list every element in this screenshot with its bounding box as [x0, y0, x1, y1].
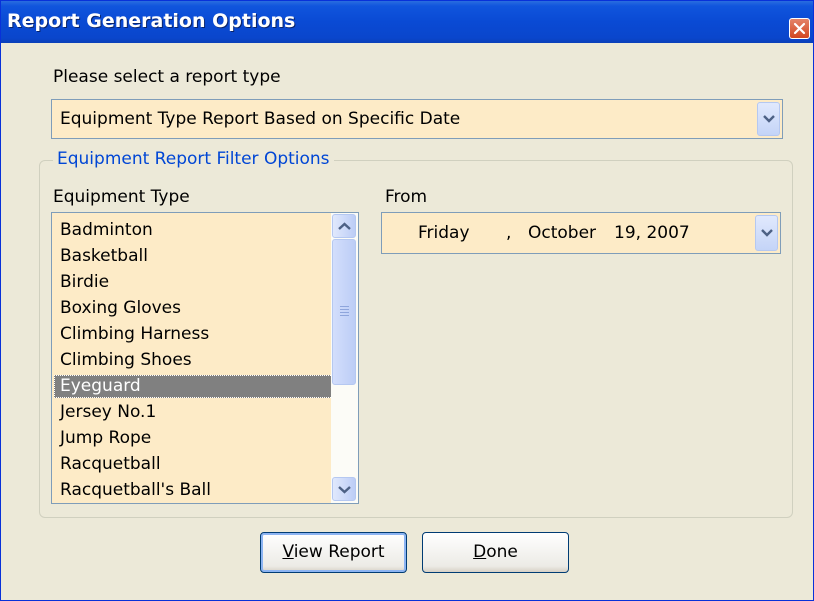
date-dropdown-button[interactable]: [755, 215, 778, 251]
list-item[interactable]: Climbing Shoes: [54, 349, 333, 372]
date-separator: ,: [506, 223, 512, 243]
scroll-up-button[interactable]: [332, 214, 356, 238]
list-item[interactable]: Racquetball's Ball: [54, 479, 333, 502]
chevron-up-icon: [338, 222, 351, 230]
report-type-value: Equipment Type Report Based on Specific …: [60, 109, 461, 129]
done-mnemonic: D: [473, 542, 487, 562]
close-icon: [793, 22, 806, 35]
report-type-dropdown-button[interactable]: [757, 102, 780, 136]
chevron-down-icon: [338, 486, 351, 494]
view-report-mnemonic: V: [282, 542, 294, 562]
chevron-down-icon: [761, 229, 773, 237]
list-item[interactable]: Birdie: [54, 271, 333, 294]
equipment-type-list[interactable]: Badminton Basketball Birdie Boxing Glove…: [51, 212, 359, 504]
list-item[interactable]: Badminton: [54, 219, 333, 242]
list-item[interactable]: Basketball: [54, 245, 333, 268]
done-label: one: [486, 542, 518, 562]
from-date-picker[interactable]: Friday , October 19, 2007: [381, 212, 781, 254]
list-item[interactable]: Jersey No.1: [54, 401, 333, 424]
view-report-label: iew Report: [293, 542, 385, 562]
report-type-label: Please select a report type: [53, 67, 281, 87]
date-month[interactable]: October: [528, 223, 596, 243]
close-button[interactable]: [789, 18, 810, 39]
date-weekday[interactable]: Friday: [418, 223, 470, 243]
scroll-thumb[interactable]: [332, 239, 356, 385]
window-title: Report Generation Options: [7, 10, 296, 32]
scroll-down-button[interactable]: [332, 477, 356, 501]
from-label: From: [385, 187, 428, 207]
list-item[interactable]: Racquetball: [54, 453, 333, 476]
report-options-dialog: Report Generation Options Please select …: [0, 0, 814, 601]
equipment-type-label: Equipment Type: [53, 187, 190, 207]
done-button[interactable]: Done: [422, 532, 569, 573]
view-report-button[interactable]: View Report: [260, 532, 407, 573]
report-type-select[interactable]: Equipment Type Report Based on Specific …: [51, 99, 783, 139]
list-item[interactable]: Boxing Gloves: [54, 297, 333, 320]
list-item-selected[interactable]: Eyeguard: [54, 375, 333, 398]
date-day-year[interactable]: 19, 2007: [614, 223, 690, 243]
chevron-down-icon: [763, 115, 775, 123]
title-bar[interactable]: Report Generation Options: [1, 1, 813, 43]
filter-options-title: Equipment Report Filter Options: [53, 149, 334, 169]
list-scrollbar[interactable]: [331, 213, 358, 503]
list-item[interactable]: Jump Rope: [54, 427, 333, 450]
list-item[interactable]: Climbing Harness: [54, 323, 333, 346]
